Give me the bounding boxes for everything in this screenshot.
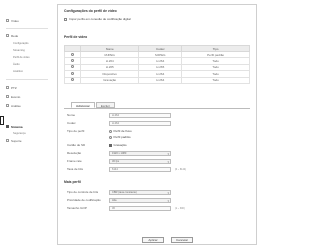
row-radio[interactable]	[71, 71, 74, 75]
cell-type: Todo	[181, 76, 250, 84]
apply-button[interactable]: Aplicar	[142, 237, 164, 243]
sidebar-item-label: Suporte	[11, 138, 22, 143]
sidebar-subitem-security[interactable]: Segurança	[13, 131, 26, 135]
detail-section-title: Mais perfil	[64, 180, 81, 184]
name-label: Nome	[67, 113, 76, 117]
sidebar-subitem-audio[interactable]: Áudio	[13, 62, 20, 66]
framerate-label: Frame rate	[67, 159, 82, 163]
sidebar-subitem-analytic[interactable]: Analítico	[13, 69, 23, 73]
option-label: Perfil padrão	[113, 135, 131, 139]
resolution-select[interactable]: 1920 x 1080	[109, 150, 171, 156]
profile-type-label: Tipo de perfil	[67, 129, 85, 133]
table-row[interactable]: Gravação H.264 Todo	[64, 76, 250, 84]
sd-card-option[interactable]: Gravação	[109, 143, 127, 147]
sd-card-row: Cartão de SD Gravação	[67, 142, 247, 148]
sidebar-item-label: Sistema	[11, 124, 23, 129]
row-radio[interactable]	[71, 65, 74, 69]
cancel-button[interactable]: Cancelar	[171, 237, 193, 243]
detail-select[interactable]: Alta	[109, 197, 171, 203]
name-row: Nome H.264	[67, 112, 247, 118]
row-select-cell[interactable]	[64, 76, 81, 84]
enforce-profile-row: Impor perfis em conexão de codificação d…	[64, 17, 131, 21]
detail-label: Tamanho GOP	[67, 206, 87, 210]
sidebar-item-network[interactable]: Rede	[6, 33, 18, 38]
framerate-row: Frame rate 30 fps	[67, 158, 247, 164]
bitrate-range-note: (0 ~ 6144)	[175, 167, 186, 171]
bitrate-field[interactable]: 6144	[109, 166, 171, 172]
bitrate-row: Taxa de bits 6144 (0 ~ 6144)	[67, 166, 247, 172]
sidebar-item-video[interactable]: Vídeo	[6, 18, 19, 23]
recording-label: Gravação	[113, 143, 127, 147]
sidebar-item-label: Evento	[11, 94, 21, 99]
resolution-label: Resolução	[67, 151, 82, 155]
detail-row: Tamanho GOP 30 (1 ~ 300)	[67, 205, 247, 211]
radio-icon	[109, 135, 112, 139]
selection-marker	[0, 116, 4, 125]
codec-label: Codec	[67, 121, 76, 125]
sidebar-item-label: Vídeo	[11, 18, 19, 23]
framerate-select[interactable]: 30 fps	[109, 158, 171, 164]
sidebar: Vídeo Rede Configuração Streaming Perfil…	[4, 6, 52, 242]
name-field[interactable]: H.264	[109, 112, 171, 118]
detail-label: Prioridade de codificação	[67, 198, 101, 202]
cell-name: Gravação	[79, 76, 140, 84]
sidebar-item-misc-b[interactable]: Evento	[6, 94, 20, 99]
row-radio[interactable]	[71, 52, 74, 56]
option-label: Perfil de fluxo	[113, 129, 132, 133]
video-icon	[6, 19, 9, 22]
divider	[64, 108, 250, 109]
codec-row: Codec H.264	[67, 120, 247, 126]
sidebar-item-misc-c[interactable]: Análise	[6, 103, 21, 108]
profile-table: Nome Codec Tipo MJPEG MJPEG Perfil padrão H…	[64, 45, 250, 84]
sidebar-item-system[interactable]: Sistema	[6, 124, 23, 129]
event-icon	[6, 95, 9, 98]
sidebar-subitem-video-profile[interactable]: Perfil de vídeo	[13, 55, 30, 59]
row-radio[interactable]	[71, 78, 74, 82]
bitrate-label: Taxa de bits	[67, 167, 84, 171]
row-radio[interactable]	[71, 59, 74, 63]
detail-select[interactable]: CBR (taxa constante)	[109, 189, 171, 195]
main-panel: Configurações do perfil de vídeo Impor p…	[57, 4, 257, 245]
sidebar-item-misc-a[interactable]: PTZ	[6, 85, 17, 90]
profile-type-row-2: Perfil padrão	[67, 134, 247, 140]
detail-input[interactable]: 30	[109, 205, 171, 211]
folder-icon	[6, 86, 9, 89]
detail-row: Prioridade de codificação Alta	[67, 197, 247, 203]
resolution-row: Resolução 1920 x 1080	[67, 150, 247, 156]
divider	[6, 79, 48, 80]
network-icon	[6, 34, 9, 37]
sidebar-item-label: PTZ	[11, 85, 17, 90]
codec-field[interactable]: H.264	[109, 120, 171, 126]
detail-label: Tipo de controle de bits	[67, 190, 99, 194]
support-icon	[6, 139, 9, 142]
sidebar-subitem-config[interactable]: Configuração	[13, 41, 28, 45]
profile-type-option-default[interactable]: Perfil padrão	[109, 135, 131, 139]
sidebar-item-support[interactable]: Suporte	[6, 138, 22, 143]
radio-icon	[109, 129, 112, 133]
sd-card-label: Cartão de SD	[67, 143, 86, 147]
page-title: Configurações do perfil de vídeo	[64, 9, 117, 13]
detail-note: (1 ~ 300)	[175, 206, 185, 210]
analytics-icon	[6, 104, 9, 107]
enforce-profile-checkbox[interactable]	[64, 17, 67, 21]
enforce-profile-label: Impor perfis em conexão de codificação d…	[69, 17, 131, 21]
sidebar-item-label: Análise	[11, 103, 21, 108]
system-icon	[6, 125, 9, 128]
profile-type-option-stream[interactable]: Perfil de fluxo	[109, 129, 132, 133]
divider	[6, 28, 48, 29]
profile-section-title: Perfil de vídeo	[64, 35, 88, 39]
sidebar-subitem-streaming[interactable]: Streaming	[13, 48, 25, 52]
cell-codec: H.264	[138, 76, 183, 84]
recording-checkbox[interactable]	[109, 143, 112, 147]
detail-row: Tipo de controle de bits CBR (taxa consta…	[67, 189, 247, 195]
sidebar-item-label: Rede	[11, 33, 19, 38]
